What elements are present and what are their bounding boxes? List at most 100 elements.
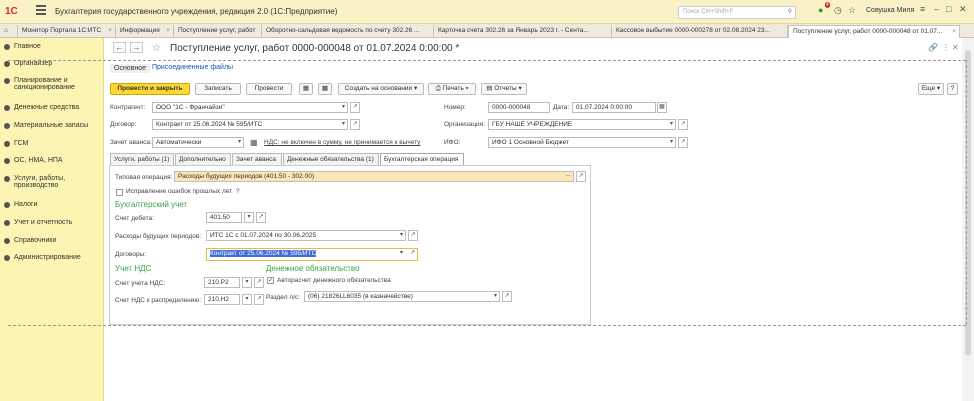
tab-additional[interactable]: Дополнительно [175, 153, 231, 165]
favorite-star-icon[interactable]: ☆ [152, 43, 161, 54]
open-link-icon[interactable]: ↗ [254, 277, 264, 288]
open-link-icon[interactable]: ↗ [678, 137, 688, 148]
user-name[interactable]: Совушка Миля [866, 7, 914, 14]
sidebar-item-materials[interactable]: Материальные запасы [4, 122, 88, 129]
sidebar-item-main[interactable]: Главное [4, 43, 41, 50]
dropdown-icon[interactable]: ▾ [670, 138, 673, 145]
vat-settings-link[interactable]: НДС: не включен в сумму, не принимается … [264, 139, 420, 146]
dropdown-icon[interactable]: ▾ [494, 292, 497, 299]
sidebar-item-planning[interactable]: Планирование и санкционирование [4, 77, 98, 91]
organization-field[interactable]: ГБУ НАШЕ УЧРЕЖДЕНИЕ ▾ [488, 119, 676, 130]
fix-errors-help-icon[interactable]: ? [236, 188, 240, 195]
section-ls-field[interactable]: (06) 21826LL6035 (в казначействе) ▾ [304, 291, 500, 302]
open-link-icon[interactable]: ↗ [502, 291, 512, 302]
vat-distribution-field[interactable]: 210.Н2 [204, 294, 240, 305]
sidebar-item-catalogs[interactable]: Справочники [4, 237, 56, 244]
maximize-icon[interactable]: □ [946, 4, 951, 14]
ifo-field[interactable]: ИФО 1 Основной Бюджет ▾ [488, 137, 676, 148]
open-link-icon[interactable]: ↗ [254, 294, 264, 305]
future-expenses-field[interactable]: ИТС 1С с 01.07.2024 по 30.06.2025 ▾ [206, 230, 406, 241]
open-link-icon[interactable]: ↗ [408, 230, 418, 241]
close-icon[interactable]: × [108, 27, 112, 34]
contract-field[interactable]: Контракт от 25.06.2024 № 595/ИТС ▾ [152, 119, 348, 130]
create-based-on-button[interactable]: Создать на основании ▾ [338, 83, 424, 95]
tab-information[interactable]: Информация × [116, 25, 174, 38]
post-and-close-button[interactable]: Провести и закрыть [110, 83, 190, 95]
dropdown-icon[interactable]: ▾ [400, 231, 403, 238]
more-button[interactable]: Еще ▾ [918, 83, 944, 95]
history-icon[interactable]: ◷ [834, 5, 842, 16]
dropdown-icon[interactable]: ▾ [242, 277, 252, 288]
tab-accounting-operation[interactable]: Бухгалтерская операция [380, 153, 464, 165]
tab-attached-files[interactable]: Присоединенные файлы [152, 64, 233, 71]
sidebar-item-money[interactable]: Денежные средства [4, 104, 79, 111]
open-link-icon[interactable]: ↗ [410, 249, 415, 256]
dropdown-icon[interactable]: ▾ [670, 120, 673, 127]
vat-account-field[interactable]: 210.Р2 [204, 277, 240, 288]
close-icon[interactable]: ✕ [952, 43, 959, 52]
dropdown-icon[interactable]: ▾ [342, 103, 345, 110]
post-button[interactable]: Провести [246, 83, 292, 95]
tab-account-card[interactable]: Карточка счета 302.26 за Январь 2023 г. … [434, 25, 612, 38]
tab-cash-disposal[interactable]: Кассовое выбытие 0000-000278 от 02.08.20… [612, 25, 788, 38]
tab-osv-report[interactable]: Оборотно-сальдовая ведомость по счету 30… [262, 25, 434, 38]
notifications-icon[interactable]: ● [818, 5, 823, 15]
contractor-field[interactable]: ООО "1С - Франчайзи" ▾ [152, 102, 348, 113]
selection-frame-bottom [8, 325, 966, 326]
sidebar-item-organizer[interactable]: Органайзер [4, 60, 52, 67]
tab-current-document[interactable]: Поступление услуг, работ 0000-000048 от … [788, 25, 960, 38]
close-icon[interactable]: × [952, 28, 956, 35]
link-icon[interactable]: 🔗 [928, 43, 938, 52]
tab-main[interactable]: Основное [110, 64, 151, 73]
number-field[interactable]: 0000-000048 [488, 102, 550, 113]
help-button[interactable]: ? [947, 83, 958, 95]
open-link-icon[interactable]: ↗ [350, 102, 360, 113]
fix-errors-checkbox[interactable] [116, 189, 123, 196]
minimize-icon[interactable]: – [934, 4, 939, 14]
print-button[interactable]: ⎙ Печать ▾ [428, 83, 476, 95]
forward-button[interactable]: → [130, 42, 143, 53]
open-link-icon[interactable]: ↗ [576, 171, 586, 182]
tab-advance-offset[interactable]: Зачет аванса [232, 153, 282, 165]
settings-icon[interactable]: ≡ [920, 4, 925, 14]
open-link-icon[interactable]: ↗ [350, 119, 360, 130]
structure-icon[interactable]: ▩ [318, 83, 332, 95]
tab-its-monitor[interactable]: Монитор Портала 1С:ИТС × [18, 25, 116, 38]
dropdown-icon[interactable]: ▾ [242, 294, 252, 305]
sidebar-item-fixed-assets[interactable]: ОС, НМА, НПА [4, 157, 63, 164]
sidebar-item-reporting[interactable]: Учет и отчетность [4, 219, 72, 226]
typical-operation-field[interactable]: Расходы будущих периодов (401.50 - 302.0… [174, 171, 574, 182]
close-icon[interactable]: × [166, 27, 170, 34]
tab-money-obligations[interactable]: Денежные обязательства (1) [283, 153, 379, 165]
calendar-icon[interactable]: ▦ [657, 102, 667, 113]
open-link-icon[interactable]: ↗ [678, 119, 688, 130]
advance-offset-select[interactable]: Автоматически ▾ [152, 137, 244, 148]
dropdown-icon[interactable]: ▾ [400, 249, 403, 256]
tab-services-works[interactable]: Услуги, работы (1) [110, 153, 174, 165]
open-link-icon[interactable]: ↗ [256, 212, 266, 223]
save-button[interactable]: Записать [195, 83, 241, 95]
back-button[interactable]: ← [113, 42, 126, 53]
debit-credit-icon[interactable]: ▦ [299, 83, 313, 95]
sidebar-item-fuel[interactable]: ГСМ [4, 140, 28, 147]
contracts-field[interactable]: Контракт от 25.06.2024 № 595/ИТС ▾ ↗ [206, 248, 418, 261]
dropdown-icon[interactable]: ▾ [244, 212, 254, 223]
global-search-input[interactable]: Поиск Ctrl+Shift+F ⚲ [678, 6, 796, 19]
sidebar-item-services[interactable]: Услуги, работы, производство [4, 175, 94, 189]
reports-button[interactable]: ▤ Отчеты ▾ [481, 83, 527, 95]
favorites-icon[interactable]: ☆ [848, 5, 856, 16]
dropdown-icon[interactable]: ▾ [238, 138, 241, 145]
tab-services-receipt[interactable]: Поступление услуг, работ [174, 25, 262, 38]
home-tab[interactable]: ⌂ [0, 25, 18, 38]
sidebar-item-admin[interactable]: Администрирование [4, 254, 81, 261]
sidebar-item-taxes[interactable]: Налоги [4, 201, 37, 208]
debit-account-field[interactable]: 401.50 [206, 212, 242, 223]
vertical-scrollbar[interactable] [962, 38, 974, 401]
select-button[interactable]: ... [563, 171, 573, 182]
more-options-icon[interactable]: ⋮ [942, 43, 950, 52]
close-icon[interactable]: ✕ [959, 4, 967, 15]
dropdown-icon[interactable]: ▾ [342, 120, 345, 127]
menu-icon[interactable] [36, 5, 46, 15]
autocalc-checkbox[interactable]: ✓ [267, 277, 274, 284]
date-field[interactable]: 01.07.2024 0:00:00 [572, 102, 656, 113]
